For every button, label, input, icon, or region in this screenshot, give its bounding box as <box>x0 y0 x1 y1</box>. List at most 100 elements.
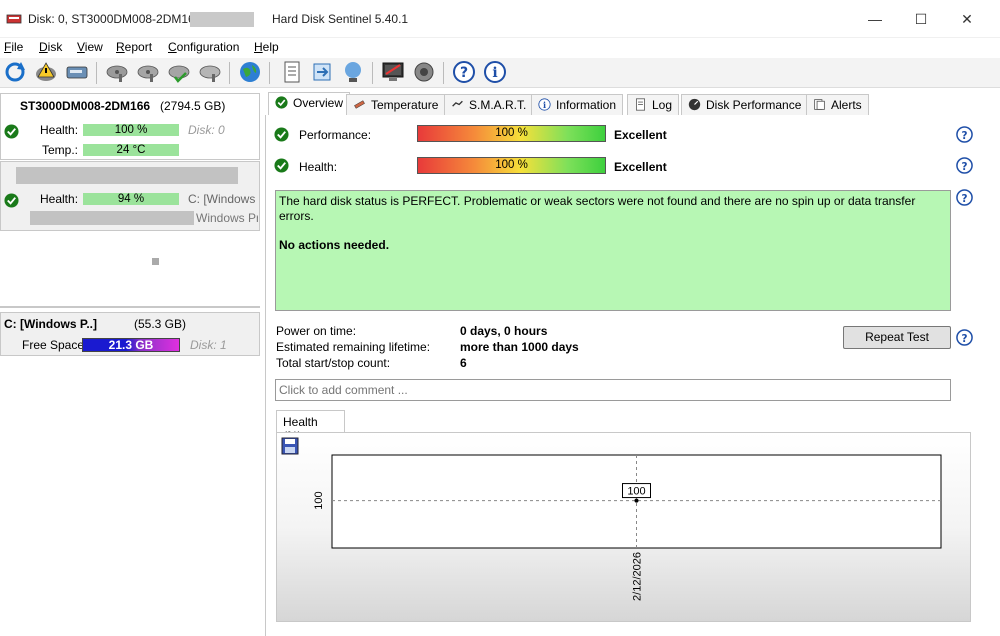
check-icon <box>4 124 19 139</box>
log-icon <box>636 98 645 111</box>
disk-0-name: ST3000DM008-2DM166 <box>20 99 151 113</box>
svg-text:?: ? <box>961 130 967 142</box>
sound-icon[interactable] <box>412 60 436 84</box>
check-icon <box>274 158 289 173</box>
close-button[interactable]: ✕ <box>944 0 990 38</box>
disk-0-temp-bar: 24 °C <box>83 144 179 156</box>
title-bar: Disk: 0, ST3000DM008-2DM166 Hard Disk Se… <box>0 0 1000 38</box>
globe-icon[interactable] <box>238 60 262 84</box>
tab-label: Overview <box>293 96 344 110</box>
help-icon[interactable]: ? <box>956 189 973 206</box>
check-icon <box>275 96 288 109</box>
disk-settings-icon[interactable] <box>198 60 222 84</box>
tab-log[interactable]: Log <box>627 94 680 116</box>
tab-smart[interactable]: S.M.A.R.T. <box>444 94 534 116</box>
chart-tab-health[interactable]: Health (%) <box>276 410 345 443</box>
network-icon[interactable] <box>341 60 365 84</box>
lifetime-value: more than 1000 days <box>460 340 579 354</box>
thermometer-icon <box>354 100 365 109</box>
info-icon: i <box>538 98 551 111</box>
comment-input[interactable] <box>275 379 951 401</box>
tab-label: Alerts <box>831 98 862 112</box>
repeat-test-button[interactable]: Repeat Test <box>843 326 951 349</box>
splitter-handle[interactable] <box>152 258 159 265</box>
info-icon[interactable]: i <box>483 60 507 84</box>
disk-surface-icon[interactable] <box>136 60 160 84</box>
chart-svg: 100 2/12/2026 100 <box>313 454 942 601</box>
disk-1-health-bar: 94 % <box>83 193 179 205</box>
refresh-icon[interactable] <box>3 60 27 84</box>
svg-text:?: ? <box>961 161 967 173</box>
help-icon[interactable]: ? <box>956 126 973 143</box>
performance-label: Performance: <box>299 128 372 142</box>
maximize-button[interactable]: ☐ <box>898 0 944 38</box>
tab-information[interactable]: i Information <box>531 94 624 116</box>
data-point <box>634 498 639 503</box>
tab-disk-performance[interactable]: Disk Performance <box>681 94 809 116</box>
help-icon[interactable]: ? <box>452 60 476 84</box>
tab-label: Log <box>652 98 673 112</box>
svg-text:i: i <box>543 100 546 110</box>
minimize-button[interactable]: — <box>852 0 898 38</box>
power-on-label: Power on time: <box>276 324 357 338</box>
status-description: The hard disk status is PERFECT. Problem… <box>275 190 951 311</box>
send-report-icon[interactable] <box>310 60 334 84</box>
disk-check-icon[interactable] <box>167 60 191 84</box>
power-on-value: 0 days, 0 hours <box>460 324 548 338</box>
menu-file[interactable]: File <box>4 40 23 54</box>
disk-1-partition: C: [Windows I <box>188 192 258 206</box>
free-space-label: Free Space <box>22 338 85 352</box>
volume-size: (55.3 GB) <box>134 317 187 331</box>
menu-view[interactable]: View <box>77 40 103 54</box>
menu-help[interactable]: Help <box>254 40 279 54</box>
svg-text:?: ? <box>961 333 967 345</box>
disk-drive-icon[interactable] <box>65 60 89 84</box>
toolbar-separator <box>372 62 373 84</box>
lifetime-label: Estimated remaining lifetime: <box>276 340 431 354</box>
free-space-value: 21.3 GB <box>108 338 154 352</box>
svg-text:?: ? <box>961 193 967 205</box>
performance-rating: Excellent <box>614 128 667 142</box>
tab-alerts[interactable]: Alerts <box>806 94 869 116</box>
startstop-label: Total start/stop count: <box>276 356 391 370</box>
check-icon <box>274 127 289 142</box>
report-icon[interactable] <box>280 60 304 84</box>
status-action: No actions needed. <box>279 238 390 252</box>
menu-disk[interactable]: Disk <box>39 40 62 54</box>
help-icon[interactable]: ? <box>956 329 973 346</box>
volume-name: C: [Windows P..] <box>4 317 97 331</box>
volume-disk-number: Disk: 1 <box>190 338 227 352</box>
tab-overview[interactable]: Overview <box>268 92 351 116</box>
menu-report[interactable]: Report <box>116 40 152 54</box>
toolbar-separator <box>269 62 270 84</box>
disk-0-health-bar: 100 % <box>83 124 179 136</box>
toolbar-separator <box>96 62 97 84</box>
tab-label: Disk Performance <box>706 98 802 112</box>
health-label: Health: <box>299 160 338 174</box>
health-chart: 100 2/12/2026 100 <box>276 432 971 622</box>
check-icon <box>4 193 19 208</box>
app-name: Hard Disk Sentinel 5.40.1 <box>272 12 409 26</box>
disk-test-icon[interactable] <box>105 60 129 84</box>
tab-label: Temperature <box>371 98 439 112</box>
window-title: Disk: 0, ST3000DM008-2DM166 <box>28 12 202 26</box>
startstop-value: 6 <box>460 356 467 370</box>
data-label: 100 <box>627 486 645 498</box>
disk-0-size: (2794.5 GB) <box>160 99 226 113</box>
alert-disk-icon[interactable] <box>34 60 58 84</box>
gauge-icon <box>688 98 701 111</box>
help-icon[interactable]: ? <box>956 157 973 174</box>
redacted-block <box>190 12 254 27</box>
disk-0-number: Disk: 0 <box>188 123 225 137</box>
tab-temperature[interactable]: Temperature <box>346 94 446 116</box>
redacted-block <box>16 167 238 184</box>
monitor-icon[interactable] <box>381 60 405 84</box>
menu-configuration[interactable]: Configuration <box>168 40 239 54</box>
health-bar: 100 % <box>417 157 606 174</box>
svg-text:?: ? <box>460 65 468 81</box>
panel-divider <box>0 306 260 308</box>
redacted-block <box>30 211 194 225</box>
health-rating: Excellent <box>614 160 667 174</box>
app-icon <box>6 14 22 24</box>
alerts-icon <box>814 99 825 110</box>
